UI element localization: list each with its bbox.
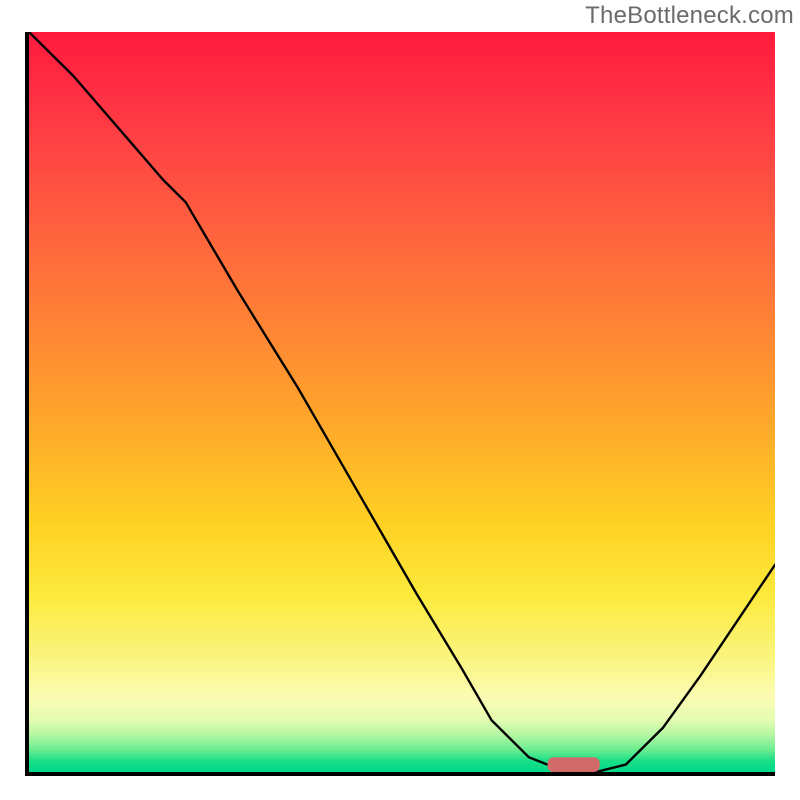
curve-path	[29, 32, 775, 772]
optimal-marker	[548, 757, 600, 772]
bottleneck-curve	[29, 32, 775, 772]
plot-area	[25, 32, 775, 776]
chart-container: TheBottleneck.com	[0, 0, 800, 800]
watermark-text: TheBottleneck.com	[585, 2, 794, 30]
